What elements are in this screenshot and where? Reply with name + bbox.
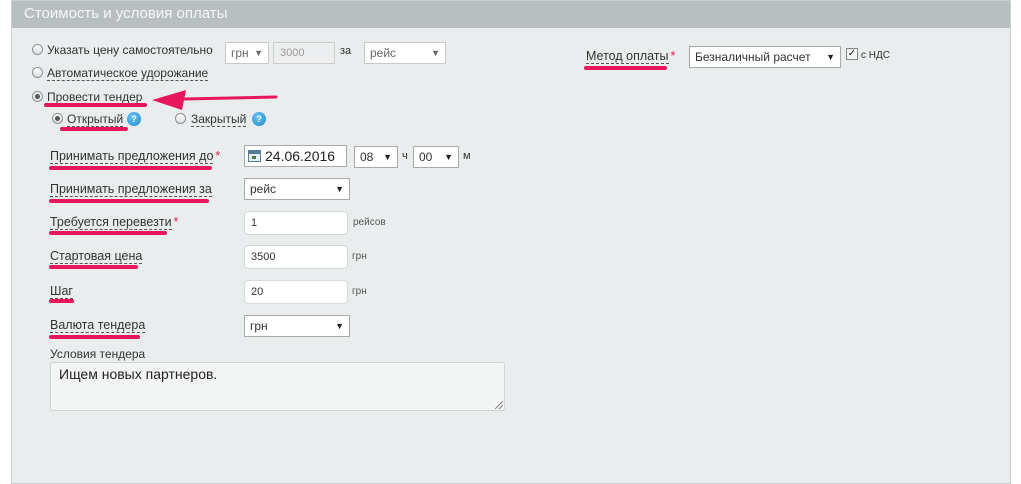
tender-open-label: Открытый bbox=[67, 112, 124, 127]
start-price-label: Стартовая цена bbox=[50, 249, 143, 264]
tender-closed-label: Закрытый bbox=[191, 112, 247, 127]
annotation-underline bbox=[49, 231, 167, 235]
annotation-underline bbox=[49, 335, 140, 339]
required-trips-input[interactable]: 1 bbox=[244, 211, 348, 235]
minute-unit-label: м bbox=[463, 150, 471, 162]
annotation-underline bbox=[49, 299, 74, 303]
step-input[interactable]: 20 bbox=[244, 280, 348, 304]
chevron-down-icon: ▼ bbox=[431, 48, 440, 58]
step-unit-label: грн bbox=[352, 286, 367, 297]
tender-currency-select[interactable]: грн ▼ bbox=[244, 315, 350, 337]
tender-conditions-textarea[interactable]: Ищем новых партнеров. bbox=[50, 362, 505, 411]
per-label: за bbox=[340, 45, 352, 57]
manual-per-select[interactable]: рейс ▼ bbox=[364, 42, 446, 64]
annotation-underline bbox=[60, 127, 128, 131]
annotation-underline bbox=[49, 166, 212, 170]
hour-unit-label: ч bbox=[402, 150, 408, 162]
tender-conditions-label: Условия тендера bbox=[50, 347, 146, 361]
annotation-arrow bbox=[152, 90, 278, 110]
deadline-label: Принимать предложения до * bbox=[50, 149, 221, 164]
annotation-underline bbox=[44, 103, 147, 107]
manual-price-input[interactable]: 3000 bbox=[273, 42, 335, 64]
deadline-minute-select[interactable]: 00 ▼ bbox=[413, 146, 459, 168]
radio-tender[interactable] bbox=[32, 91, 43, 102]
required-trips-label: Требуется перевезти * bbox=[50, 215, 179, 230]
help-icon[interactable]: ? bbox=[127, 112, 141, 126]
resize-grip-icon[interactable] bbox=[495, 401, 503, 409]
vat-label: с НДС bbox=[861, 50, 890, 61]
trips-unit-label: рейсов bbox=[353, 217, 386, 228]
radio-tender-open[interactable] bbox=[52, 113, 63, 124]
tender-currency-label: Валюта тендера bbox=[50, 318, 146, 333]
start-price-input[interactable]: 3500 bbox=[244, 245, 348, 269]
chevron-down-icon: ▼ bbox=[335, 321, 344, 331]
deadline-hour-select[interactable]: 08 ▼ bbox=[354, 146, 398, 168]
radio-tender-closed[interactable] bbox=[175, 113, 186, 124]
annotation-underline bbox=[49, 199, 209, 203]
chevron-down-icon: ▼ bbox=[254, 48, 263, 58]
offers-per-label: Принимать предложения за bbox=[50, 182, 212, 197]
radio-manual-price[interactable] bbox=[32, 44, 43, 55]
deadline-date-input[interactable]: 24.06.2016 bbox=[244, 145, 347, 167]
start-price-unit-label: грн bbox=[352, 251, 367, 262]
panel-header: Стоимость и условия оплаты bbox=[12, 1, 1010, 28]
chevron-down-icon: ▼ bbox=[383, 152, 392, 162]
payment-terms-panel: Стоимость и условия оплаты Указать цену … bbox=[11, 0, 1011, 484]
vat-checkbox[interactable]: ✓ bbox=[846, 48, 858, 60]
annotation-underline bbox=[584, 66, 667, 70]
chevron-down-icon: ▼ bbox=[826, 52, 835, 62]
radio-auto-increase[interactable] bbox=[32, 67, 43, 78]
chevron-down-icon: ▼ bbox=[444, 152, 453, 162]
manual-price-label: Указать цену самостоятельно bbox=[47, 43, 213, 57]
annotation-underline bbox=[49, 265, 138, 269]
auto-increase-label: Автоматическое удорожание bbox=[47, 66, 209, 81]
offers-per-select[interactable]: рейс ▼ bbox=[244, 178, 350, 200]
payment-method-select[interactable]: Безналичный расчет ▼ bbox=[689, 46, 841, 68]
help-icon[interactable]: ? bbox=[252, 112, 266, 126]
payment-method-label: Метод оплаты * bbox=[586, 49, 676, 64]
manual-currency-select[interactable]: грн ▼ bbox=[225, 42, 269, 64]
calendar-icon[interactable] bbox=[248, 150, 261, 162]
chevron-down-icon: ▼ bbox=[335, 184, 344, 194]
step-label: Шаг bbox=[50, 284, 73, 299]
